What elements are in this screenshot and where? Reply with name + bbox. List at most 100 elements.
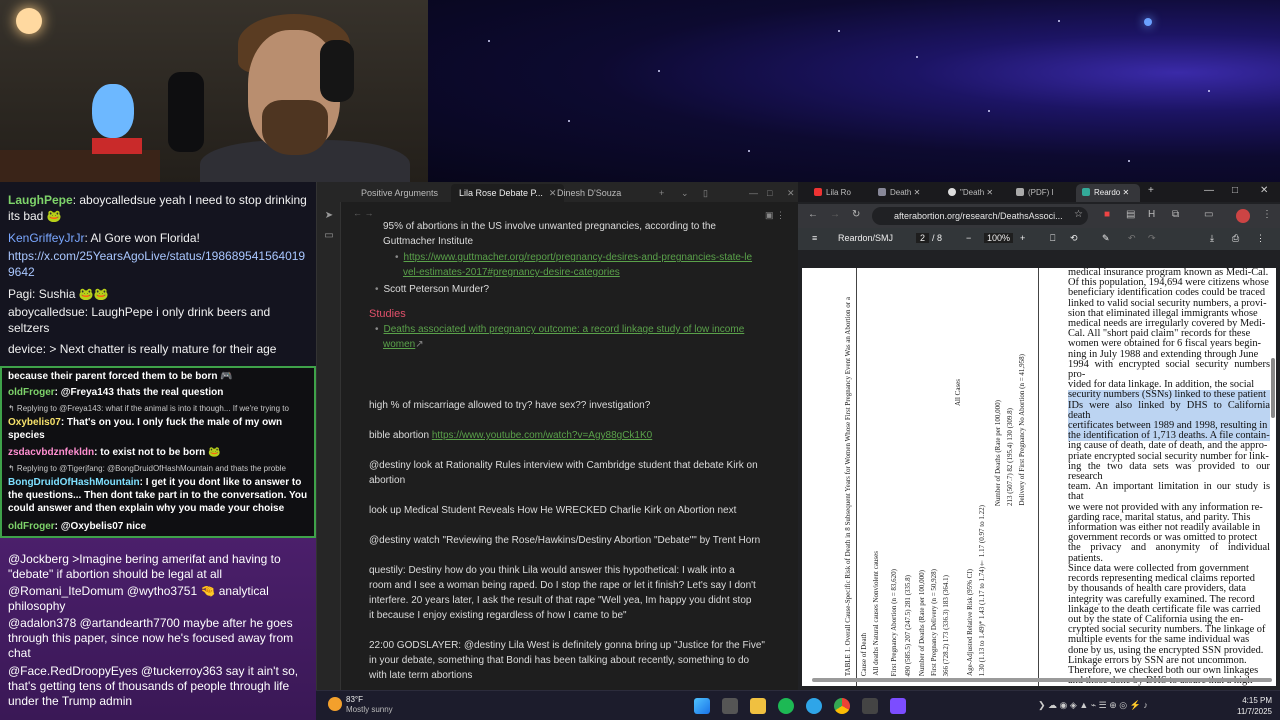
horizontal-scrollbar[interactable] [812, 678, 1272, 682]
fit-page-icon[interactable]: ⎕ [1050, 233, 1055, 244]
extension-icon[interactable]: H [1148, 209, 1155, 220]
menu-icon[interactable]: ⋮ [1262, 209, 1272, 220]
redo-icon[interactable]: ↷ [1148, 233, 1156, 244]
table-header: Cause of Death [860, 632, 868, 676]
obsidian-icon[interactable] [890, 698, 906, 714]
chevron-down-icon[interactable]: ⌄ [673, 184, 697, 202]
chat-username[interactable]: @Face.RedDroopyEyes [8, 664, 138, 678]
settings-icon[interactable] [862, 698, 878, 714]
pdf-toolbar: ≡ Reardon/SMJ 2 / 8 − 100% + ⎕ ⟲ ✎ ↶ ↷ ⤓… [798, 228, 1280, 250]
avatar[interactable] [1236, 209, 1250, 223]
zoom-input[interactable]: 100% [984, 233, 1014, 243]
pdf-icon [1016, 188, 1024, 196]
note-text: interfere. 20 years later, I ask the res… [369, 595, 752, 606]
spotify-icon[interactable] [778, 698, 794, 714]
notes-tab[interactable]: Dinesh D'Souza [549, 184, 629, 202]
chat-username[interactable]: Oxybelis07 [8, 417, 61, 428]
tray-icons[interactable]: ❯ ☁ ◉ ◈ ▲ ⌁ ☰ ⊕ ◎ ⚡ ♪ [1038, 700, 1148, 711]
browser-tab[interactable]: (PDF) I [1010, 184, 1074, 202]
chat-username[interactable]: oldFroger [8, 387, 55, 398]
browser-tab-active[interactable]: Reardo ✕ [1076, 184, 1140, 202]
new-tab-button[interactable]: + [651, 184, 672, 202]
reload-icon[interactable]: ↻ [852, 209, 860, 220]
bookmark-star-icon[interactable]: ☆ [1074, 209, 1083, 220]
browser-tab[interactable]: Lila Ro [808, 184, 868, 202]
rotate-icon[interactable]: ⟲ [1070, 233, 1078, 244]
task-view-icon[interactable] [722, 698, 738, 714]
browser-tabbar: Lila Ro Death ✕ "Death ✕ (PDF) I Reardo … [798, 182, 1280, 202]
vertical-scrollbar[interactable] [1271, 358, 1275, 418]
chrome-icon[interactable] [834, 698, 850, 714]
maximize-icon[interactable]: □ [759, 184, 780, 202]
sidebar-toggle-icon[interactable]: ▯ [695, 184, 716, 202]
edge-icon[interactable] [806, 698, 822, 714]
note-line: in your debate, something that Bondi has… [369, 653, 769, 668]
table-caption: TABLE 1. Overall Cause-Specific Risk of … [844, 296, 852, 676]
chat-username[interactable]: @Romani_IteDomum [8, 584, 124, 598]
pdf-line: by thousands of health care providers, d… [1068, 583, 1247, 595]
zoom-in-icon[interactable]: + [1020, 233, 1025, 243]
browser-tab[interactable]: "Death ✕ [942, 184, 1006, 202]
browser-window: Lila Ro Death ✕ "Death ✕ (PDF) I Reardo … [798, 182, 1280, 690]
notes-tab[interactable]: Positive Arguments [353, 184, 446, 202]
chat-message: Pagi: Sushia 🐸🐸 [8, 287, 109, 301]
pdf-line: the privacy and anonymity of individual … [1068, 542, 1270, 564]
more-icon[interactable]: ⋮ [1256, 233, 1265, 244]
pane-icon[interactable]: ▭ [323, 230, 335, 242]
hamburger-icon[interactable]: ≡ [812, 233, 817, 243]
undo-icon[interactable]: ↶ [1128, 233, 1136, 244]
chat-message: BongDruidOfHashMountain: I get it you do… [8, 477, 308, 514]
chat-username[interactable]: Pagi [8, 287, 32, 301]
tab-search-icon[interactable]: ▭ [1204, 209, 1213, 220]
start-icon[interactable] [694, 698, 710, 714]
forward-icon[interactable]: → [830, 209, 840, 220]
note-line: 22:00 GODSLAYER: @destiny Lila West is d… [369, 638, 769, 653]
site-icon [1082, 188, 1090, 196]
draw-icon[interactable]: ✎ [1102, 233, 1110, 244]
chat-username[interactable]: BongDruidOfHashMountain [8, 477, 140, 488]
file-explorer-icon[interactable] [750, 698, 766, 714]
note-link[interactable]: https://www.youtube.com/watch?v=Agy88gCk… [432, 430, 652, 441]
youtube-icon [814, 188, 822, 196]
sun-icon [328, 697, 342, 711]
chat-username[interactable]: zsdacvbdznfekldn [8, 447, 94, 458]
chat-username[interactable]: @Jockberg [8, 552, 69, 566]
pdf-table-rotated: TABLE 1. Overall Cause-Specific Risk of … [842, 268, 1039, 686]
nav-arrows[interactable]: ← → [353, 208, 374, 218]
download-icon[interactable]: ⤓ [1210, 233, 1214, 244]
note-link[interactable]: Deaths associated with pregnancy outcome… [384, 324, 745, 335]
star [1058, 20, 1060, 22]
chat-link[interactable]: https://x.com/25YearsAgoLive/status/1986… [8, 249, 305, 279]
note-text: questily: Destiny how do you think Lila … [369, 565, 735, 576]
bullet: • [395, 252, 399, 263]
chat-username[interactable]: LaughPepe [8, 193, 73, 207]
minimize-icon[interactable]: — [1204, 185, 1214, 196]
back-icon[interactable]: ← [808, 209, 818, 220]
clock[interactable]: 4:15 PM 11/7/2025 [1237, 695, 1272, 717]
note-link[interactable]: https://www.guttmacher.org/report/pregna… [404, 252, 753, 263]
chat-message[interactable]: https://x.com/25YearsAgoLive/status/1986… [8, 248, 310, 280]
note-link[interactable]: vel-estimates-2017#pregnancy-desire-cate… [403, 267, 620, 278]
new-tab-button[interactable]: + [1148, 185, 1154, 196]
send-icon[interactable]: ➤ [323, 210, 335, 222]
chat-username[interactable]: KenGriffeyJrJr [8, 231, 84, 245]
extension-icon[interactable]: ▤ [1126, 209, 1135, 220]
note-line: • Scott Peterson Murder? [375, 282, 775, 297]
chat-username[interactable]: @adalon378 [8, 616, 76, 630]
puzzle-icon[interactable]: ⧉ [1172, 209, 1179, 220]
chat-username[interactable]: device [8, 342, 43, 356]
pdf-page[interactable]: TABLE 1. Overall Cause-Specific Risk of … [802, 268, 1276, 686]
extension-icon[interactable]: ■ [1104, 209, 1110, 220]
print-icon[interactable]: ⎙ [1232, 233, 1239, 244]
maximize-icon[interactable]: □ [1232, 185, 1238, 196]
close-window-icon[interactable]: ✕ [1260, 185, 1268, 196]
note-link[interactable]: women [383, 339, 415, 350]
zoom-out-icon[interactable]: − [966, 233, 971, 243]
browser-tab[interactable]: Death ✕ [872, 184, 938, 202]
notes-tab-active[interactable]: Lila Rose Debate P... ✕ [451, 184, 565, 202]
url-field[interactable]: afterabortion.org/research/DeathsAssoci.… [872, 207, 1088, 225]
chat-username[interactable]: oldFroger [8, 521, 55, 532]
page-number-input[interactable]: 2 [916, 233, 930, 243]
chat-username[interactable]: aboycalledsue [8, 305, 85, 319]
pdf-line: ing the two data sets was provided to ou… [1068, 460, 1270, 483]
